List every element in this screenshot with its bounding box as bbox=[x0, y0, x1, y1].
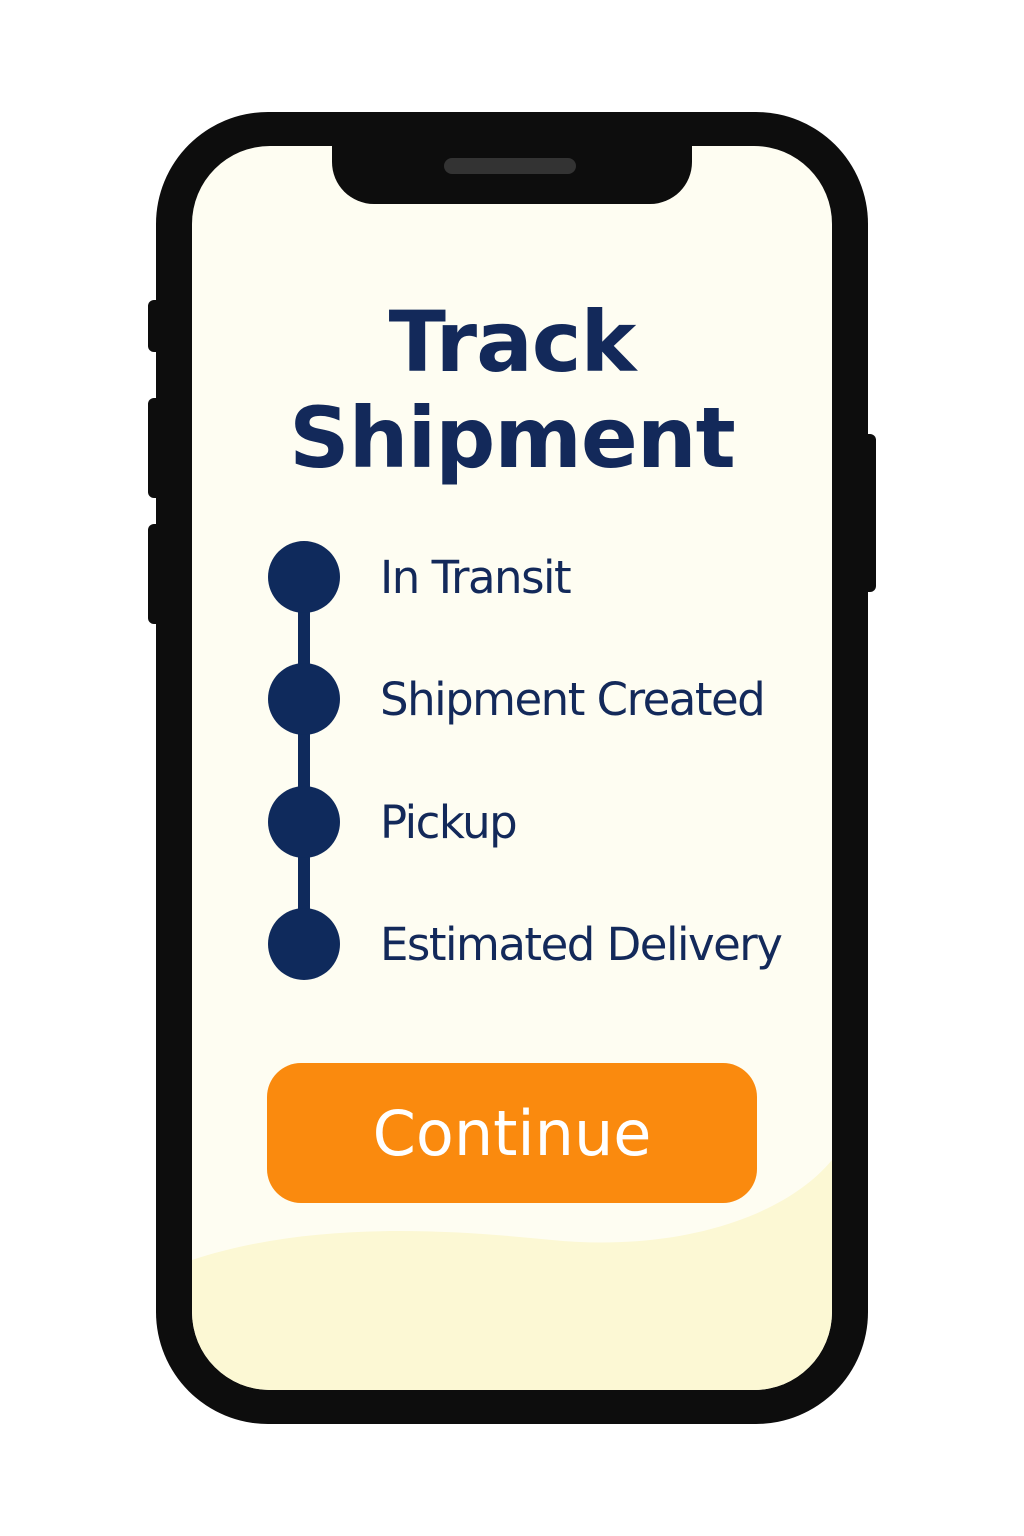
phone-screen: Track Shipment In Transit Shipment Creat… bbox=[192, 146, 832, 1390]
timeline-connector bbox=[298, 578, 310, 944]
stage: Track Shipment In Transit Shipment Creat… bbox=[0, 0, 1024, 1536]
timeline-step-estimated-delivery: Estimated Delivery bbox=[268, 908, 828, 980]
step-dot-icon bbox=[268, 663, 340, 735]
step-label: In Transit bbox=[380, 550, 572, 604]
step-label: Estimated Delivery bbox=[380, 917, 783, 971]
step-label: Shipment Created bbox=[380, 672, 766, 726]
shipment-timeline: In Transit Shipment Created Pickup Estim… bbox=[192, 146, 832, 1390]
step-dot-icon bbox=[268, 908, 340, 980]
timeline-step-shipment-created: Shipment Created bbox=[268, 663, 828, 735]
step-dot-icon bbox=[268, 786, 340, 858]
step-label: Pickup bbox=[380, 795, 518, 849]
timeline-step-pickup: Pickup bbox=[268, 786, 828, 858]
continue-button[interactable]: Continue bbox=[267, 1063, 757, 1203]
timeline-step-in-transit: In Transit bbox=[268, 541, 828, 613]
step-dot-icon bbox=[268, 541, 340, 613]
